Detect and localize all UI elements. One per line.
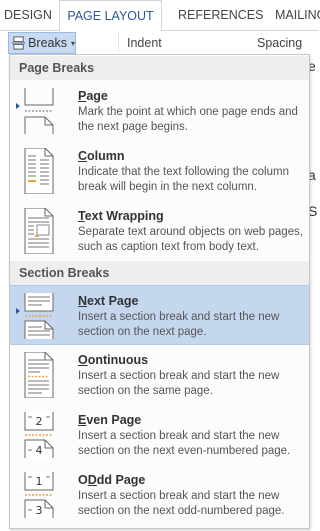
menu-item-next-page[interactable]: Next Page Insert a section break and sta… (10, 285, 309, 345)
odd-page-top-number: 1 (36, 475, 43, 488)
ribbon-body: Breaks ▾ Indent Spacing (0, 31, 318, 54)
menu-item-title: Page (78, 89, 108, 103)
odd-page-bottom-number: 3 (36, 504, 43, 517)
menu-item-description: Insert a section break and start the new… (78, 430, 291, 457)
menu-item-odd-page[interactable]: 1 3 ODdd Page Insert a section break and… (10, 465, 309, 525)
next-page-icon (24, 293, 54, 339)
chevron-down-icon: ▾ (70, 38, 75, 48)
menu-item-description: Indicate that the text following the col… (78, 166, 289, 193)
even-page-bottom-number: 4 (36, 444, 43, 457)
menu-item-title: Even Page (78, 413, 142, 427)
menu-item-description: Insert a section break and start the new… (78, 311, 280, 338)
menu-item-title: ODdd Page (78, 473, 146, 487)
breaks-menu: Page Breaks Page Mark the point at which… (9, 54, 310, 529)
odd-page-icon: 1 3 (24, 472, 54, 518)
menu-item-title: Column (78, 149, 125, 163)
menu-item-title: Text Wrapping (78, 209, 164, 223)
tab-mailings[interactable]: MAILING (275, 0, 320, 31)
hover-marker-icon (16, 308, 20, 314)
menu-item-description: Insert a section break and start the new… (78, 490, 285, 517)
menu-item-description: Mark the point at which one page ends an… (78, 106, 298, 133)
page-breaks-header: Page Breaks (10, 56, 309, 80)
section-breaks-header: Section Breaks (10, 261, 309, 285)
menu-item-even-page[interactable]: 2 4 Even Page Insert a section break and… (10, 405, 309, 465)
breaks-icon (12, 36, 26, 50)
menu-item-page[interactable]: Page Mark the point at which one page en… (10, 81, 309, 141)
column-break-icon (24, 148, 54, 194)
current-marker-icon (16, 103, 20, 109)
even-page-top-number: 2 (36, 415, 43, 428)
menu-item-continuous[interactable]: Oontinuous Insert a section break and st… (10, 345, 309, 405)
menu-item-text-wrapping[interactable]: Text Wrapping Separate text around objec… (10, 201, 309, 261)
page-break-icon (24, 88, 54, 134)
menu-item-column[interactable]: Column Indicate that the text following … (10, 141, 309, 201)
breaks-button[interactable]: Breaks ▾ (8, 32, 76, 54)
breaks-label: Breaks (28, 36, 67, 50)
text-wrapping-icon (24, 208, 54, 254)
spacing-label: Spacing (257, 36, 303, 50)
continuous-icon (24, 352, 54, 398)
even-page-icon: 2 4 (24, 412, 54, 458)
tab-page-layout[interactable]: PAGE LAYOUT (59, 0, 162, 32)
tab-references[interactable]: REFERENCES (178, 0, 263, 31)
indent-label: Indent (127, 36, 162, 50)
ribbon-divider (118, 33, 119, 51)
tab-design[interactable]: DESIGN (4, 0, 52, 31)
menu-item-description: Insert a section break and start the new… (78, 370, 280, 397)
menu-item-title: Oontinuous (78, 353, 149, 367)
menu-item-description: Separate text around objects on web page… (78, 226, 304, 253)
ribbon-tabs: DESIGN PAGE LAYOUT REFERENCES MAILING (0, 0, 320, 32)
menu-item-title: Next Page (78, 294, 139, 308)
